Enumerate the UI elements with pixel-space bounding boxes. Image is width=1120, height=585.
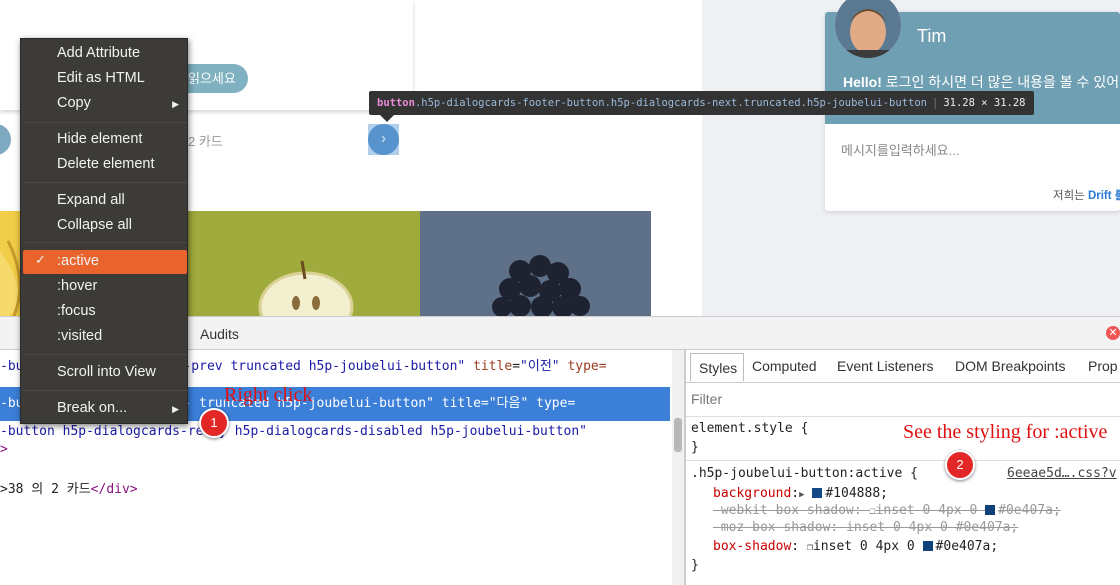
active-rule-selector[interactable]: .h5p-joubelui-button:active {: [691, 466, 918, 481]
annotation-right-click: Right click: [224, 384, 313, 406]
menu-item-collapse-all[interactable]: Collapse all: [57, 217, 132, 233]
menu-item-active-highlight: [23, 250, 187, 274]
menu-item-active[interactable]: :active: [57, 253, 99, 269]
greeting-bold: Hello!: [843, 74, 882, 90]
tab-properties[interactable]: Prop: [1088, 358, 1118, 374]
decl-moz-box-shadow[interactable]: -moz-box-shadow: inset 0 4px 0 #0e407a;: [713, 520, 1018, 535]
chat-greeting: Hello! 로그인 하시면 더 많은 내용을 볼 수 있어: [843, 72, 1119, 92]
annotation-badge-2: 2: [945, 450, 975, 480]
menu-item-scroll-into-view[interactable]: Scroll into View: [57, 364, 156, 380]
menu-item-hide-element[interactable]: Hide element: [57, 131, 142, 147]
tab-event-listeners[interactable]: Event Listeners: [837, 358, 934, 374]
color-swatch: [985, 505, 996, 515]
active-rule-close: }: [691, 558, 699, 573]
element-style-selector[interactable]: element.style {: [691, 421, 808, 436]
inspect-highlight-overlay: [368, 124, 399, 155]
tooltip-arrow: [380, 115, 394, 122]
menu-item-copy[interactable]: Copy: [57, 95, 181, 111]
dom-line-progress-div[interactable]: >38 의 2 카드</div>: [0, 478, 670, 502]
rule-divider: [686, 460, 1120, 461]
tooltip-classes: .h5p-dialogcards-footer-button.h5p-dialo…: [414, 97, 927, 109]
color-swatch: [812, 488, 823, 498]
menu-item-focus[interactable]: :focus: [57, 303, 96, 319]
menu-separator: [23, 182, 187, 183]
submenu-arrow-icon: ▶: [172, 404, 179, 414]
tab-computed[interactable]: Computed: [752, 358, 817, 374]
tab-audits[interactable]: Audits: [200, 326, 239, 342]
color-swatch: [922, 541, 933, 551]
chat-message-input[interactable]: 메시지를입력하세요...: [841, 140, 959, 159]
powered-by-text: 저희는 Drift 를: [1053, 187, 1120, 203]
dom-line-close[interactable]: >: [0, 440, 670, 460]
apple-illustration: [258, 260, 354, 316]
rule-source-link[interactable]: 6eeae5d….css?v: [1007, 466, 1117, 481]
menu-item-break-on[interactable]: Break on...: [57, 400, 127, 416]
check-icon: ✓: [35, 252, 46, 267]
styles-pane: Styles Computed Event Listeners DOM Brea…: [686, 350, 1120, 585]
blueberries-illustration: [492, 255, 590, 316]
apple-image: [190, 211, 420, 316]
menu-separator: [23, 242, 187, 243]
powered-prefix: 저희는: [1053, 190, 1088, 202]
tab-dom-breakpoints[interactable]: DOM Breakpoints: [955, 358, 1065, 374]
annotation-see-styling: See the styling for :active: [903, 421, 1108, 443]
avatar-illustration: [835, 0, 901, 58]
menu-item-delete-element[interactable]: Delete element: [57, 156, 155, 172]
menu-item-add-attribute[interactable]: Add Attribute: [57, 45, 140, 61]
menu-item-hover[interactable]: :hover: [57, 278, 97, 294]
submenu-arrow-icon: ▶: [172, 99, 179, 109]
inspect-tooltip: button.h5p-dialogcards-footer-button.h5p…: [369, 91, 1034, 115]
elements-scrollbar-thumb[interactable]: [674, 418, 682, 452]
tooltip-size: 31.28 × 31.28: [943, 97, 1026, 109]
greeting-text: 로그인 하시면 더 많은 내용을 볼 수 있어: [881, 74, 1120, 90]
agent-name: Tim: [917, 26, 947, 46]
avatar: [835, 0, 901, 58]
element-style-close: }: [691, 440, 699, 455]
decl-background[interactable]: background:▶ #104888;: [713, 486, 888, 501]
styles-filter-input[interactable]: Filter: [686, 383, 1120, 417]
blueberries-image: [420, 211, 651, 316]
annotation-badge-1: 1: [199, 408, 229, 438]
menu-item-edit-as-html[interactable]: Edit as HTML: [57, 70, 145, 86]
menu-item-visited[interactable]: :visited: [57, 328, 102, 344]
menu-separator: [23, 354, 187, 355]
tab-styles[interactable]: Styles: [690, 353, 744, 381]
tooltip-tag: button: [377, 97, 415, 109]
close-icon[interactable]: ✕: [1106, 326, 1120, 340]
expand-arrow-icon: ▶: [799, 490, 805, 500]
elements-scrollbar[interactable]: [672, 350, 684, 585]
drift-link[interactable]: Drift 를: [1088, 190, 1120, 202]
decl-box-shadow[interactable]: box-shadow: ❐inset 0 4px 0 #0e407a;: [713, 539, 998, 554]
decl-webkit-box-shadow[interactable]: -webkit-box-shadow: ❐inset 0 4px 0 #0e40…: [713, 503, 1061, 518]
menu-separator: [23, 122, 187, 123]
styles-tabbar: Styles Computed Event Listeners DOM Brea…: [686, 350, 1120, 383]
prev-card-button[interactable]: [0, 124, 11, 155]
menu-separator: [23, 390, 187, 391]
menu-item-expand-all[interactable]: Expand all: [57, 192, 125, 208]
context-menu: Add Attribute Edit as HTML Copy ▶ Hide e…: [20, 38, 188, 424]
card-progress-text: 2 카드: [188, 134, 223, 149]
